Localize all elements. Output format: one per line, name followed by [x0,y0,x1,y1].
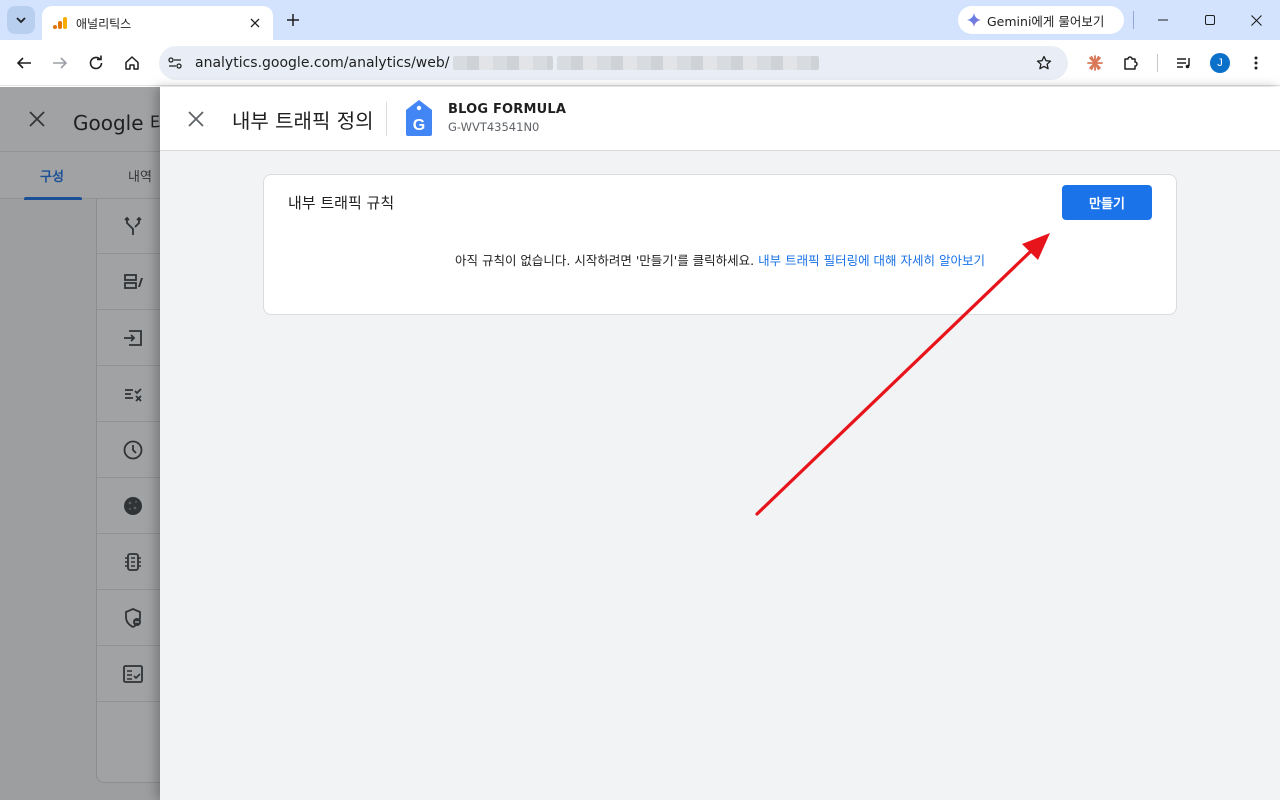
new-tab-button[interactable] [282,9,304,31]
web-stream-tag-icon: G [406,100,432,136]
browser-menu-button[interactable] [1242,49,1270,77]
extension-claude-icon[interactable] [1081,49,1109,77]
bookmark-star-icon[interactable] [1032,51,1056,75]
media-controls-icon[interactable] [1170,49,1198,77]
toolbar-divider [1157,54,1158,72]
close-icon [1250,14,1262,26]
reload-icon [89,55,103,70]
internal-traffic-drawer: 내부 트래픽 정의 G BLOG FORMULA G-WVT43541N0 내부… [160,87,1280,800]
gemini-label: Gemini에게 물어보기 [987,13,1105,29]
learn-more-link[interactable]: 내부 트래픽 필터링에 대해 자세히 알아보기 [758,253,985,268]
tab-title: 애널리틱스 [76,16,132,31]
strip-divider [1133,11,1134,29]
more-vert-icon [1254,56,1258,70]
home-button[interactable] [118,49,146,77]
chevron-down-icon [16,17,26,24]
stream-id: G-WVT43541N0 [448,120,540,134]
plus-icon [287,14,299,26]
browser-tabstrip: 애널리틱스 Gemini에게 물어보기 [0,0,1280,40]
header-divider [386,102,387,136]
site-info-icon[interactable] [161,49,189,77]
stream-name: BLOG FORMULA [448,102,567,117]
close-icon [188,111,204,127]
svg-text:G: G [413,117,425,134]
forward-button[interactable] [46,49,74,77]
arrow-right-icon [53,57,68,69]
arrow-left-icon [16,57,31,69]
minimize-icon [1158,19,1168,21]
maximize-button[interactable] [1187,0,1233,40]
create-button[interactable]: 만들기 [1062,185,1152,220]
gemini-sparkle-icon [967,13,981,27]
card-title: 내부 트래픽 규칙 [288,194,395,212]
empty-state-message: 아직 규칙이 없습니다. 시작하려면 '만들기'를 클릭하세요. 내부 트래픽 … [264,250,1176,269]
internal-traffic-rules-card: 내부 트래픽 규칙 만들기 아직 규칙이 없습니다. 시작하려면 '만들기'를 … [263,174,1177,315]
empty-state-text: 아직 규칙이 없습니다. 시작하려면 '만들기'를 클릭하세요. [454,253,755,268]
url-redacted [557,56,820,70]
drawer-title: 내부 트래픽 정의 [232,109,374,133]
address-bar[interactable]: analytics.google.com/analytics/web/ [159,46,1068,80]
drawer-header: 내부 트래픽 정의 G BLOG FORMULA G-WVT43541N0 [160,87,1280,151]
url-text: analytics.google.com/analytics/web/ [195,55,450,71]
back-button[interactable] [10,49,38,77]
browser-toolbar: analytics.google.com/analytics/web/ J [0,40,1280,86]
extensions-puzzle-icon[interactable] [1117,49,1145,77]
home-icon [125,56,139,70]
minimize-button[interactable] [1140,0,1186,40]
gemini-button[interactable]: Gemini에게 물어보기 [958,6,1124,34]
avatar: J [1210,53,1230,73]
profile-button[interactable]: J [1206,49,1234,77]
tab-search-button[interactable] [7,6,35,34]
browser-tab-analytics[interactable]: 애널리틱스 [42,6,273,40]
tab-close-icon[interactable] [245,13,265,33]
analytics-favicon-icon [53,17,67,29]
maximize-icon [1205,15,1215,25]
url-redacted [453,56,554,70]
reload-button[interactable] [82,49,110,77]
close-window-button[interactable] [1233,0,1279,40]
drawer-close-button[interactable] [184,107,208,131]
